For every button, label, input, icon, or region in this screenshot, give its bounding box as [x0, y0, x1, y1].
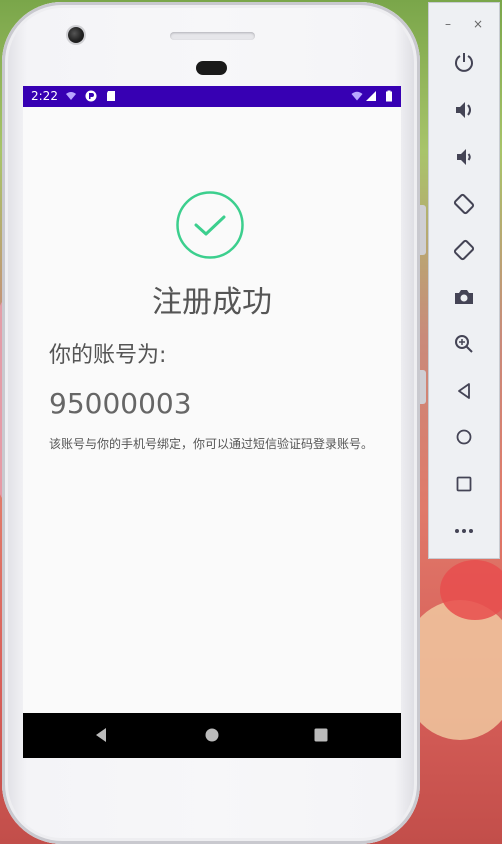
nav-back-button[interactable]	[93, 727, 109, 743]
phone-side-button	[420, 370, 426, 404]
emulator-toolbar: – ×	[428, 2, 500, 559]
overview-button[interactable]	[451, 471, 477, 497]
success-check-icon	[176, 191, 244, 259]
wifi-notification-icon	[66, 92, 76, 100]
screenshot-button[interactable]	[451, 284, 477, 310]
navigation-bar	[23, 713, 401, 758]
front-camera	[68, 27, 84, 43]
wifi-icon	[351, 91, 363, 101]
rotate-left-icon	[453, 193, 475, 215]
overview-icon	[456, 476, 472, 492]
rotate-right-icon	[453, 239, 475, 261]
binding-note: 该账号与你的手机号绑定，你可以通过短信验证码登录账号。	[49, 437, 374, 451]
rotate-left-button[interactable]	[451, 191, 477, 217]
volume-up-button[interactable]	[451, 97, 477, 123]
back-icon	[458, 383, 470, 399]
back-button[interactable]	[451, 378, 477, 404]
battery-icon	[386, 90, 392, 102]
phone-side-button	[420, 205, 426, 255]
zoom-button[interactable]	[451, 331, 477, 357]
nav-home-button[interactable]	[204, 727, 220, 743]
app-notification-icon	[85, 90, 97, 102]
signal-icon	[366, 91, 376, 101]
home-icon	[456, 429, 472, 445]
zoom-icon	[455, 335, 473, 353]
page-title: 注册成功	[152, 285, 272, 320]
more-button[interactable]	[451, 518, 477, 544]
sd-card-icon	[107, 91, 115, 101]
phone-screen: 2:22 注册成功 你的账号为: 95000003 该账号与你的手机号绑定，你可…	[23, 86, 401, 758]
account-label: 你的账号为:	[49, 343, 167, 368]
close-button[interactable]: ×	[473, 17, 483, 31]
more-icon	[455, 529, 473, 533]
volume-up-icon	[456, 102, 471, 118]
earpiece	[196, 61, 227, 75]
power-button[interactable]	[451, 49, 477, 75]
power-icon	[455, 53, 473, 72]
top-speaker	[170, 32, 255, 40]
nav-overview-button[interactable]	[313, 727, 329, 743]
registration-success-page: 注册成功 你的账号为: 95000003 该账号与你的手机号绑定，你可以通过短信…	[23, 107, 401, 713]
camera-icon	[455, 290, 473, 304]
minimize-button[interactable]: –	[445, 17, 451, 31]
account-number: 95000003	[49, 387, 192, 420]
status-bar: 2:22	[23, 86, 401, 107]
volume-down-icon	[457, 149, 471, 165]
status-time: 2:22	[31, 89, 58, 103]
home-button[interactable]	[451, 424, 477, 450]
rotate-right-button[interactable]	[451, 237, 477, 263]
volume-down-button[interactable]	[451, 144, 477, 170]
wallpaper-blob	[440, 560, 502, 620]
